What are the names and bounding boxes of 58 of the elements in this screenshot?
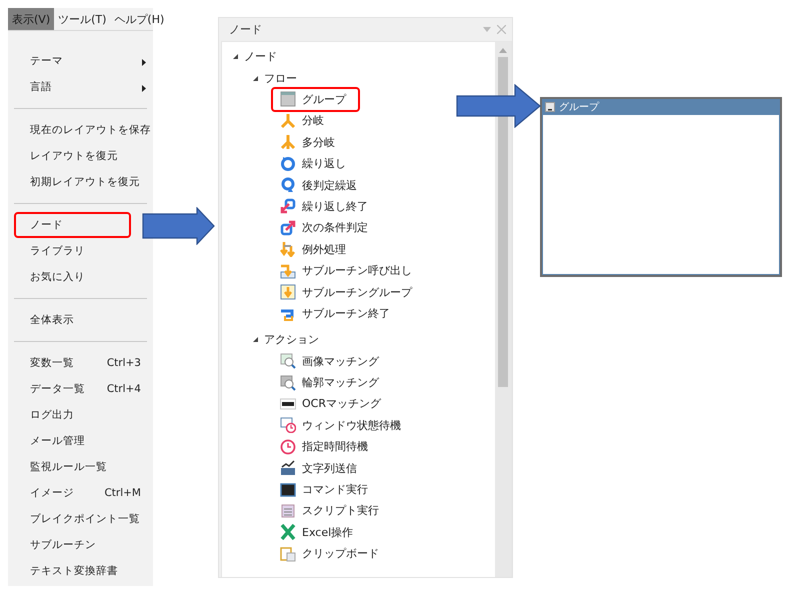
clipboard-icon [280,546,296,562]
scrollbar-thumb[interactable] [498,57,508,387]
call-icon [280,262,296,279]
menu-item[interactable]: 全体表示 [14,307,131,333]
window-icon [280,91,296,108]
tree-item[interactable]: グループ [271,86,360,112]
menu-item[interactable]: ノード [14,212,131,238]
magnifier-icon [280,374,296,391]
menu-item[interactable]: テキスト変換辞書 [14,558,131,584]
shortcut-text: Ctrl+4 [106,383,141,395]
loop-icon [280,156,296,172]
window-clock-icon [280,417,296,434]
menu-item[interactable]: ライブラリ [14,238,131,264]
menu-item[interactable]: ログ出力 [14,402,131,428]
loop-icon [280,177,296,194]
panel-title: ノード [229,22,263,37]
menu-item[interactable]: イメージ Ctrl+M [14,480,145,506]
exception-icon [280,241,296,258]
shortcut-text: Ctrl+3 [106,357,141,369]
menu-item[interactable]: テーマ [14,48,131,74]
menu-bar-item[interactable]: ツール(T) [54,8,110,30]
tree-node[interactable]: アクション [252,332,319,348]
text-send-icon [280,460,296,476]
menu-item[interactable]: お気に入り [14,264,131,290]
tree-node-label: アクション [264,332,319,348]
menu-item[interactable]: ブレイクポイント一覧 [14,506,144,532]
menu-item[interactable]: 現在のレイアウトを保存 [14,117,155,143]
tree-node[interactable]: フロー [252,70,297,86]
window-title: グループ [559,100,599,114]
tree-node-label: ノード [244,49,277,64]
menu-bar-item[interactable]: ヘルプ(H) [110,8,168,30]
menu-item[interactable]: レイアウトを復元 [14,143,131,169]
script-icon [280,502,296,519]
shortcut-text: Ctrl+M [103,487,141,499]
multi-branch-icon [280,134,296,150]
tree-node-label: フロー [264,70,297,86]
excel-icon [280,524,296,540]
next-condition-icon [280,220,296,236]
expander-icon[interactable] [252,74,259,82]
loop-exit-icon [280,198,296,214]
menu-item[interactable]: 変数一覧 Ctrl+3 [14,350,145,376]
tree-node[interactable]: ノード [232,49,277,64]
minimize-button[interactable] [545,102,555,112]
branch-icon [280,112,296,129]
menu-item[interactable]: 初期レイアウトを復元 [14,169,144,195]
menu-item[interactable]: サブルーチン [14,532,131,558]
scrollbar[interactable] [495,42,511,577]
clock-icon [280,438,296,455]
menu-item[interactable]: データ一覧 Ctrl+4 [14,376,145,402]
minus-icon [548,109,552,111]
expander-icon[interactable] [252,336,259,344]
expander-icon[interactable] [232,53,239,60]
menu-item[interactable]: 言語 [14,74,131,100]
menu-item[interactable]: 監視ルール一覧 [14,454,131,480]
menu-bar-item[interactable]: 表示(V) [8,8,54,30]
magnifier-icon [280,353,296,370]
terminal-icon [280,482,296,498]
menu-item[interactable]: メール管理 [14,428,131,454]
